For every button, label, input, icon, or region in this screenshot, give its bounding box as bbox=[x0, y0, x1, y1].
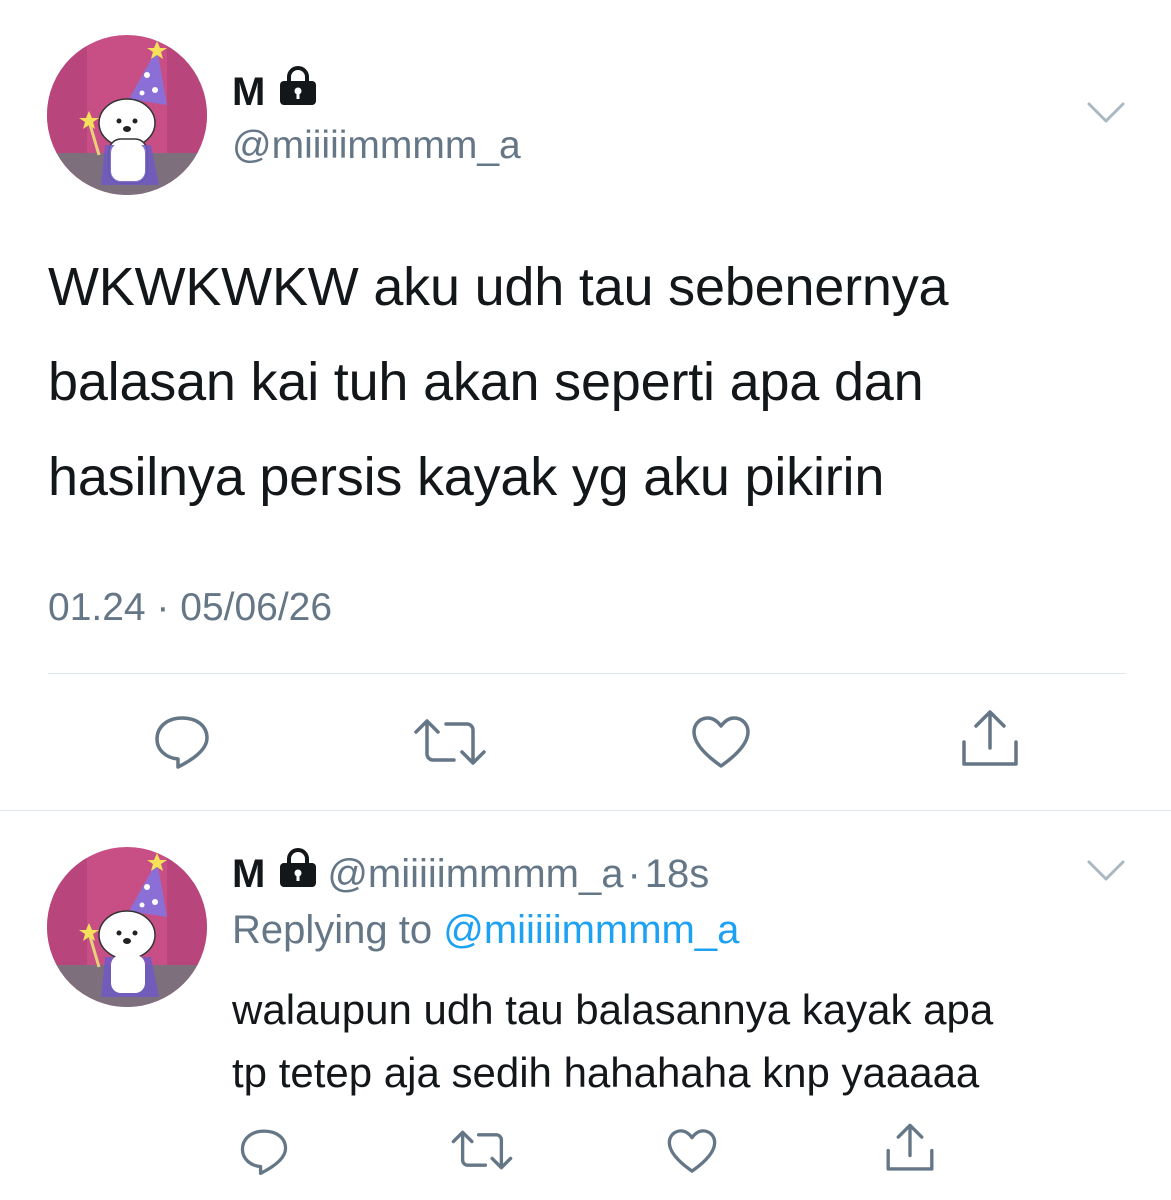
divider bbox=[48, 673, 1126, 674]
tweet-timestamp[interactable]: 01.24 · 05/06/26 bbox=[48, 584, 332, 632]
reply-icon[interactable] bbox=[152, 712, 212, 770]
lock-icon bbox=[277, 66, 319, 117]
tweet-text: WKWKWKW aku udh tau sebenernya balasan k… bbox=[48, 240, 1138, 525]
like-icon[interactable] bbox=[690, 714, 752, 770]
reply-icon[interactable] bbox=[238, 1126, 290, 1176]
display-name[interactable]: M bbox=[232, 850, 265, 898]
tweet-text-line: hasilnya persis kayak yg aku pikirin bbox=[48, 447, 885, 507]
share-icon[interactable] bbox=[958, 708, 1022, 770]
tweet-text: walaupun udh tau balasannya kayak apa tp… bbox=[232, 978, 1132, 1104]
handle[interactable]: @miiiiimmmm_a bbox=[232, 122, 521, 170]
like-icon[interactable] bbox=[666, 1127, 718, 1175]
separator: · bbox=[627, 851, 641, 896]
share-icon[interactable] bbox=[883, 1122, 937, 1174]
chevron-down-icon[interactable] bbox=[1085, 856, 1127, 891]
replying-to-label: Replying to bbox=[232, 908, 444, 952]
avatar[interactable] bbox=[47, 35, 207, 195]
tweet-timestamp[interactable]: 18s bbox=[645, 850, 710, 898]
display-name[interactable]: M bbox=[232, 66, 319, 117]
tweet-text-line: walaupun udh tau balasannya kayak apa bbox=[232, 986, 994, 1033]
divider bbox=[0, 810, 1171, 811]
retweet-icon[interactable] bbox=[412, 716, 488, 768]
replying-to-link[interactable]: @miiiiimmmm_a bbox=[443, 908, 739, 952]
chevron-down-icon[interactable] bbox=[1085, 98, 1127, 133]
tweet-text-line: WKWKWKW aku udh tau sebenernya bbox=[48, 257, 949, 317]
display-name-text[interactable]: M bbox=[232, 68, 265, 116]
retweet-icon[interactable] bbox=[450, 1128, 514, 1172]
reply-header: M @miiiiimmmm_a · 18s bbox=[232, 848, 709, 899]
tweet-text-line: balasan kai tuh akan seperti apa dan bbox=[48, 352, 924, 412]
handle[interactable]: @miiiiimmmm_a bbox=[327, 850, 623, 898]
replying-to: Replying to @miiiiimmmm_a bbox=[232, 906, 739, 954]
avatar[interactable] bbox=[47, 847, 207, 1007]
lock-icon bbox=[277, 848, 319, 899]
tweet-text-line: tp tetep aja sedih hahahaha knp yaaaaa bbox=[232, 1049, 980, 1096]
